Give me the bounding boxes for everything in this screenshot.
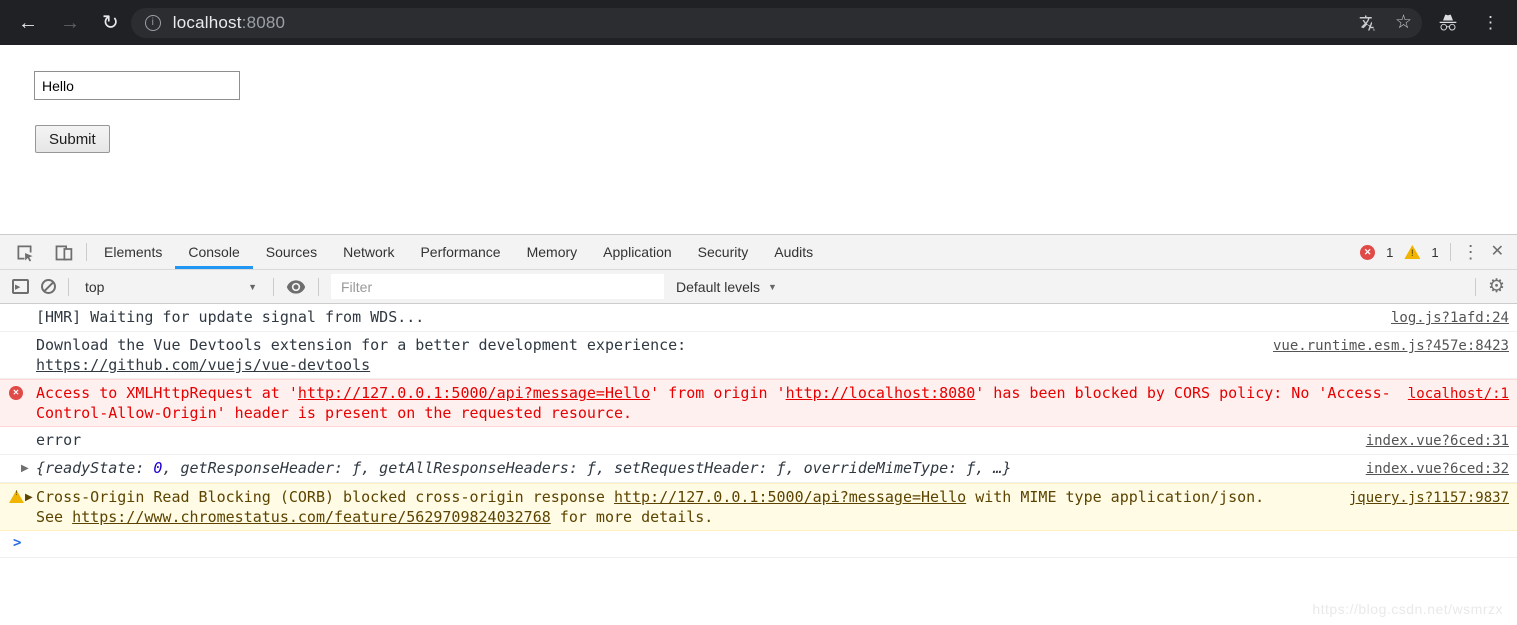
source-link[interactable]: log.js?1afd:24 <box>1391 307 1509 328</box>
tab-application[interactable]: Application <box>590 235 685 269</box>
tab-security[interactable]: Security <box>685 235 762 269</box>
page-info-icon[interactable]: i <box>144 14 161 31</box>
log-levels-value: Default levels <box>676 278 761 295</box>
api-url-link[interactable]: http://127.0.0.1:5000/api?message=Hello <box>614 488 966 506</box>
console-row-error-string: error index.vue?6ced:31 <box>0 427 1517 455</box>
log-text: [HMR] Waiting for update signal from WDS… <box>36 308 425 326</box>
reload-icon[interactable]: ↻ <box>102 13 119 33</box>
error-text: Access to XMLHttpRequest at 'http://127.… <box>36 384 1391 422</box>
prompt-chevron-icon: > <box>13 535 22 551</box>
log-text: error <box>36 431 82 449</box>
console-messages: [HMR] Waiting for update signal from WDS… <box>0 304 1517 625</box>
devtools-tabs: Elements Console Sources Network Perform… <box>91 235 826 269</box>
expand-arrow-icon[interactable]: ▶ <box>21 459 29 479</box>
object-preview[interactable]: {readyState: 0, getResponseHeader: ƒ, ge… <box>36 458 1350 478</box>
chevron-down-icon: ▼ <box>248 281 257 292</box>
devtools-panel: Elements Console Sources Network Perform… <box>0 234 1517 625</box>
tab-memory[interactable]: Memory <box>514 235 591 269</box>
error-count: 1 <box>1386 244 1394 260</box>
tab-sources[interactable]: Sources <box>253 235 330 269</box>
device-toolbar-icon[interactable] <box>53 242 74 263</box>
source-link[interactable]: localhost/:1 <box>1408 383 1509 404</box>
warning-icon: ! <box>9 490 24 503</box>
expand-arrow-icon[interactable]: ▶ <box>25 488 33 508</box>
devtools-close-icon[interactable]: ✕ <box>1491 244 1504 260</box>
tab-performance[interactable]: Performance <box>407 235 513 269</box>
source-link[interactable]: jquery.js?1157:9837 <box>1349 487 1509 508</box>
clear-console-icon[interactable] <box>41 279 56 294</box>
origin-url-link[interactable]: http://localhost:8080 <box>786 384 976 402</box>
nav-buttons: ← → ↻ <box>12 13 131 33</box>
bookmark-star-icon[interactable]: ☆ <box>1395 11 1412 34</box>
api-url-link[interactable]: http://127.0.0.1:5000/api?message=Hello <box>298 384 650 402</box>
forward-icon[interactable]: → <box>60 13 80 33</box>
incognito-icon <box>1436 13 1460 33</box>
console-toolbar: ▶ top ▼ Default levels ▼ ⚙ <box>0 270 1517 304</box>
tab-elements[interactable]: Elements <box>91 235 175 269</box>
log-levels-selector[interactable]: Default levels ▼ <box>676 279 777 295</box>
console-row-cors-error: ✕ Access to XMLHttpRequest at 'http://12… <box>0 379 1517 427</box>
source-link[interactable]: index.vue?6ced:31 <box>1366 430 1509 451</box>
tab-audits[interactable]: Audits <box>761 235 826 269</box>
warning-text: Cross-Origin Read Blocking (CORB) blocke… <box>36 488 1265 526</box>
chevron-down-icon: ▼ <box>768 281 777 292</box>
live-expression-eye-icon[interactable] <box>286 279 306 294</box>
console-row-hmr: [HMR] Waiting for update signal from WDS… <box>0 304 1517 332</box>
vue-devtools-link[interactable]: https://github.com/vuejs/vue-devtools <box>36 356 370 374</box>
browser-actions: ⋮ <box>1436 13 1505 33</box>
console-prompt[interactable]: > <box>0 531 1517 558</box>
url-text[interactable]: localhost:8080 <box>173 13 285 33</box>
address-bar[interactable]: i localhost:8080 ☆ <box>130 7 1422 38</box>
inspect-element-icon[interactable] <box>14 242 35 263</box>
web-page-content: Submit <box>0 45 1517 234</box>
console-row-vue-devtools: Download the Vue Devtools extension for … <box>0 332 1517 379</box>
chromestatus-link[interactable]: https://www.chromestatus.com/feature/562… <box>72 508 551 526</box>
context-value: top <box>85 278 105 295</box>
tab-network[interactable]: Network <box>330 235 407 269</box>
console-row-xhr-object: ▶ {readyState: 0, getResponseHeader: ƒ, … <box>0 455 1517 483</box>
console-filter-input[interactable] <box>331 274 664 299</box>
browser-toolbar: ← → ↻ i localhost:8080 ☆ ⋮ <box>0 0 1517 45</box>
console-row-corb-warning: ! ▶ Cross-Origin Read Blocking (CORB) bl… <box>0 483 1517 531</box>
console-sidebar-icon[interactable]: ▶ <box>12 279 29 294</box>
warning-count: 1 <box>1431 244 1439 260</box>
back-icon[interactable]: ← <box>18 13 38 33</box>
translate-icon[interactable] <box>1359 14 1377 32</box>
source-link[interactable]: vue.runtime.esm.js?457e:8423 <box>1273 335 1509 356</box>
screen: ← → ↻ i localhost:8080 ☆ ⋮ Submit <box>0 0 1517 625</box>
browser-menu-icon[interactable]: ⋮ <box>1482 13 1499 33</box>
tab-console[interactable]: Console <box>175 235 253 269</box>
url-port: :8080 <box>241 12 286 32</box>
log-text: Download the Vue Devtools extension for … <box>36 336 687 374</box>
watermark-text: https://blog.csdn.net/wsmrzx <box>1312 601 1503 617</box>
message-input[interactable] <box>34 71 240 100</box>
error-icon: ✕ <box>9 386 23 400</box>
context-selector[interactable]: top ▼ <box>81 279 261 295</box>
devtools-tabbar: Elements Console Sources Network Perform… <box>0 235 1517 270</box>
source-link[interactable]: index.vue?6ced:32 <box>1366 458 1509 479</box>
error-badge-icon[interactable]: ✕ <box>1360 244 1376 260</box>
warning-badge-icon[interactable]: ! <box>1404 245 1421 259</box>
devtools-menu-icon[interactable]: ⋮ <box>1462 243 1480 261</box>
console-settings-gear-icon[interactable]: ⚙ <box>1488 275 1505 298</box>
submit-button[interactable]: Submit <box>35 125 110 153</box>
url-host: localhost <box>172 12 242 32</box>
